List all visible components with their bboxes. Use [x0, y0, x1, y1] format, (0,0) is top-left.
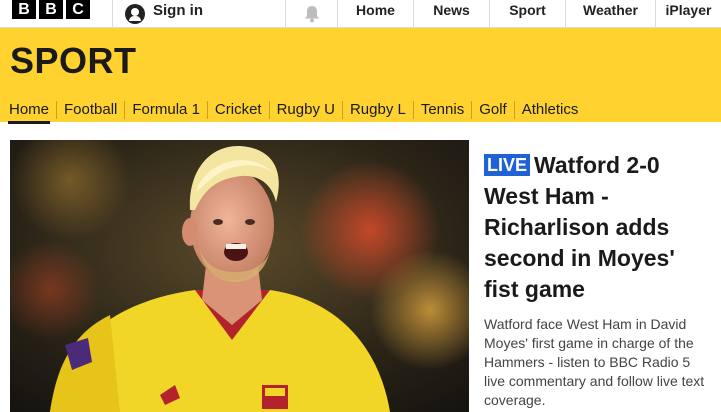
sport-nav-home[interactable]: Home — [2, 101, 56, 124]
sport-sub-navigation: Home Football Formula 1 Cricket Rugby U … — [0, 98, 586, 124]
notifications-button[interactable] — [285, 0, 337, 27]
sport-nav-rugby-league[interactable]: Rugby L — [341, 101, 413, 119]
sign-in-link[interactable]: Sign in — [112, 0, 282, 27]
account-icon — [125, 3, 145, 24]
nav-sport[interactable]: Sport — [489, 0, 565, 27]
bbc-logo[interactable]: B B C — [12, 0, 90, 19]
lead-story-summary: Watford face West Ham in David Moyes' fi… — [484, 316, 705, 408]
sport-nav-tennis[interactable]: Tennis — [412, 101, 471, 119]
player-photo — [10, 140, 469, 412]
sport-title[interactable]: SPORT — [10, 40, 137, 82]
lead-story[interactable]: LIVE Watford 2-0 West Ham - Richarlison a… — [484, 150, 714, 410]
bell-icon — [304, 5, 319, 22]
sport-nav-cricket[interactable]: Cricket — [206, 101, 269, 119]
nav-iplayer[interactable]: iPlayer — [655, 0, 721, 27]
sport-nav-football[interactable]: Football — [56, 101, 124, 119]
nav-news[interactable]: News — [413, 0, 489, 27]
live-badge: LIVE — [484, 154, 531, 176]
logo-letter: C — [66, 0, 90, 19]
nav-home[interactable]: Home — [337, 0, 413, 27]
sport-nav-rugby-union[interactable]: Rugby U — [268, 101, 342, 119]
logo-letter: B — [39, 0, 63, 19]
lead-story-image[interactable] — [10, 140, 469, 412]
global-navigation-bar: B B C Sign in Home News Sport Weather iP… — [0, 0, 721, 28]
lead-story-headline[interactable]: LIVE Watford 2-0 West Ham - Richarlison a… — [484, 150, 714, 305]
sign-in-label: Sign in — [153, 2, 203, 19]
sport-nav-athletics[interactable]: Athletics — [513, 101, 586, 119]
sport-nav-formula-1[interactable]: Formula 1 — [124, 101, 207, 119]
global-nav-links: Home News Sport Weather iPlayer — [337, 0, 721, 27]
sport-header: SPORT Home Football Formula 1 Cricket Ru… — [0, 28, 721, 124]
nav-weather[interactable]: Weather — [565, 0, 655, 27]
logo-letter: B — [12, 0, 36, 19]
sport-nav-golf[interactable]: Golf — [471, 101, 514, 119]
